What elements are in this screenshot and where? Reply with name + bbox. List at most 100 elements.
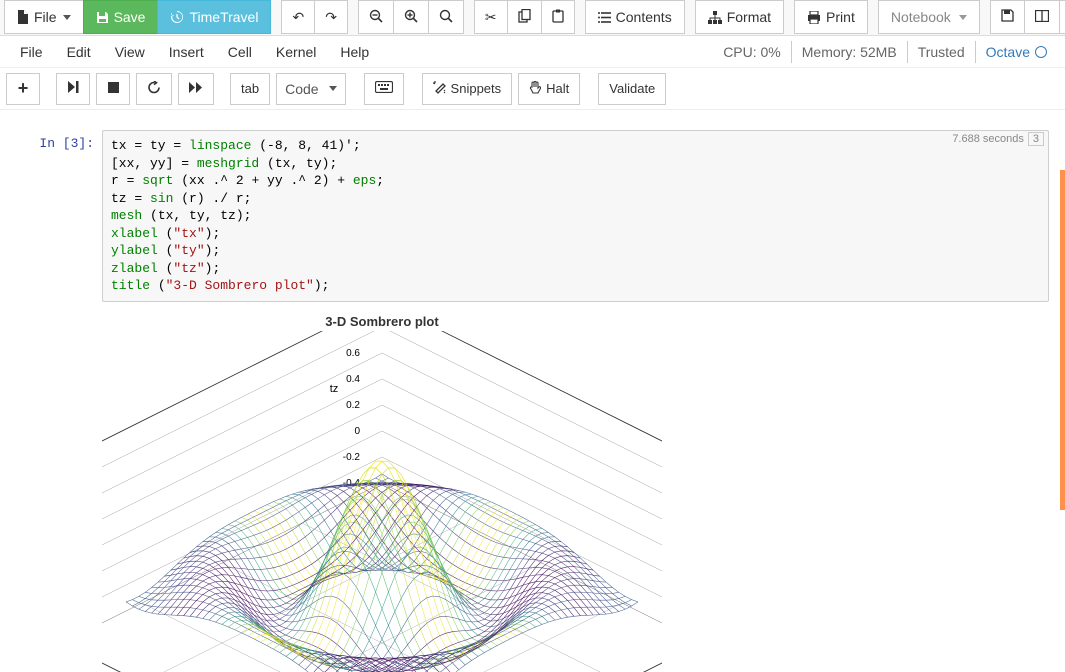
menu-kernel[interactable]: Kernel (264, 40, 328, 64)
magic-icon (433, 81, 446, 97)
paste-icon (552, 9, 564, 26)
cell-output: 3-D Sombrero plot -0.4-0.200.20.40.60.81… (102, 310, 1049, 672)
save-alt-icon (1001, 9, 1014, 25)
tab-button[interactable]: tab (230, 73, 270, 105)
format-button[interactable]: Format (695, 0, 784, 34)
close-button[interactable]: ✕ (1059, 0, 1065, 34)
menu-cell[interactable]: Cell (216, 40, 264, 64)
svg-text:0.2: 0.2 (346, 400, 360, 411)
columns-icon (1035, 9, 1049, 25)
trusted-status[interactable]: Trusted (907, 41, 975, 63)
code-cell[interactable]: In [3]: 7.688 seconds 3 tx = ty = linspac… (10, 130, 1049, 302)
timing-text: 7.688 seconds (952, 133, 1024, 145)
notebook-toolbar: + tab Code Snippets Halt Validate (0, 68, 1065, 110)
plot-title: 3-D Sombrero plot (102, 310, 662, 331)
file-menu-label: File (34, 9, 57, 25)
scroll-indicator[interactable] (1060, 170, 1065, 510)
fast-forward-icon (189, 81, 203, 96)
svg-text:-0.2: -0.2 (343, 452, 361, 463)
zoom-icon (439, 9, 453, 26)
timetravel-button[interactable]: TimeTravel (157, 0, 271, 34)
keyboard-icon (375, 81, 393, 96)
cell-type-value: Code (285, 81, 318, 97)
format-label: Format (727, 9, 771, 25)
redo-button[interactable]: ↷ (314, 0, 348, 34)
file-menu-button[interactable]: File (4, 0, 84, 34)
timetravel-label: TimeTravel (189, 9, 258, 25)
zoom-out-button[interactable] (358, 0, 394, 34)
main-toolbar: File Save TimeTravel ↶ ↷ ✂ Contents (0, 0, 1065, 36)
history-icon (170, 10, 184, 24)
svg-text:0.8: 0.8 (346, 331, 360, 333)
validate-button[interactable]: Validate (598, 73, 666, 105)
code-text[interactable]: tx = ty = linspace (-8, 8, 41)'; [xx, yy… (111, 137, 1040, 295)
snippets-button[interactable]: Snippets (422, 73, 513, 105)
notebook-content[interactable]: In [3]: 7.688 seconds 3 tx = ty = linspac… (0, 112, 1059, 672)
stop-button[interactable] (96, 73, 130, 105)
split-button[interactable] (1024, 0, 1060, 34)
contents-label: Contents (616, 9, 672, 25)
copy-button[interactable] (507, 0, 542, 34)
svg-text:0: 0 (354, 426, 360, 437)
zoom-in-button[interactable] (393, 0, 429, 34)
input-prompt: In [3]: (10, 130, 102, 302)
plus-icon: + (18, 78, 29, 99)
undo-button[interactable]: ↶ (281, 0, 315, 34)
kernel-idle-icon (1035, 46, 1047, 58)
tab-label: tab (241, 81, 259, 96)
caret-down-icon (63, 15, 71, 20)
svg-text:0.6: 0.6 (346, 348, 360, 359)
cell-type-select[interactable]: Code (276, 73, 345, 105)
restart-button[interactable] (136, 73, 172, 105)
sitemap-icon (708, 11, 722, 24)
stop-icon (108, 81, 119, 96)
run-button[interactable] (56, 73, 90, 105)
halt-button[interactable]: Halt (518, 73, 580, 105)
keyboard-button[interactable] (364, 73, 404, 105)
list-icon (598, 12, 611, 23)
cut-icon: ✂ (485, 9, 497, 26)
snippets-label: Snippets (451, 81, 502, 96)
notebook-dropdown[interactable]: Notebook (878, 0, 980, 34)
step-forward-icon (68, 81, 79, 96)
svg-text:tz: tz (330, 383, 339, 395)
cut-button[interactable]: ✂ (474, 0, 508, 34)
insert-cell-button[interactable]: + (6, 73, 40, 105)
zoom-out-icon (369, 9, 383, 26)
validate-label: Validate (609, 81, 655, 96)
refresh-icon (147, 81, 161, 97)
notebook-label: Notebook (891, 9, 951, 25)
sombrero-plot: -0.4-0.200.20.40.60.81-10-50510-10-50510… (102, 331, 662, 672)
paste-button[interactable] (541, 0, 575, 34)
kernel-status[interactable]: Octave (975, 41, 1057, 63)
execution-timing: 7.688 seconds 3 (952, 133, 1044, 145)
menu-file[interactable]: File (8, 40, 55, 64)
svg-text:0.4: 0.4 (346, 374, 360, 385)
memory-status: Memory: 52MB (791, 41, 907, 63)
save-label: Save (114, 9, 146, 25)
cpu-status: CPU: 0% (713, 41, 791, 63)
menu-help[interactable]: Help (328, 40, 381, 64)
run-all-button[interactable] (178, 73, 214, 105)
save-alt-button[interactable] (990, 0, 1025, 34)
chevron-down-icon (959, 15, 967, 20)
copy-icon (518, 9, 531, 26)
save-icon (96, 11, 109, 24)
redo-icon: ↷ (325, 9, 337, 26)
menu-insert[interactable]: Insert (157, 40, 216, 64)
print-icon (807, 11, 821, 24)
save-button[interactable]: Save (83, 0, 159, 34)
print-label: Print (826, 9, 855, 25)
timing-count: 3 (1028, 132, 1044, 146)
print-button[interactable]: Print (794, 0, 868, 34)
code-input-area[interactable]: 7.688 seconds 3 tx = ty = linspace (-8, 8… (102, 130, 1049, 302)
zoom-in-icon (404, 9, 418, 26)
file-icon (17, 10, 29, 24)
kernel-name: Octave (986, 44, 1030, 60)
menu-view[interactable]: View (103, 40, 157, 64)
zoom-reset-button[interactable] (428, 0, 464, 34)
menu-edit[interactable]: Edit (55, 40, 103, 64)
undo-icon: ↶ (292, 9, 304, 26)
chevron-down-icon (329, 86, 337, 91)
contents-button[interactable]: Contents (585, 0, 685, 34)
